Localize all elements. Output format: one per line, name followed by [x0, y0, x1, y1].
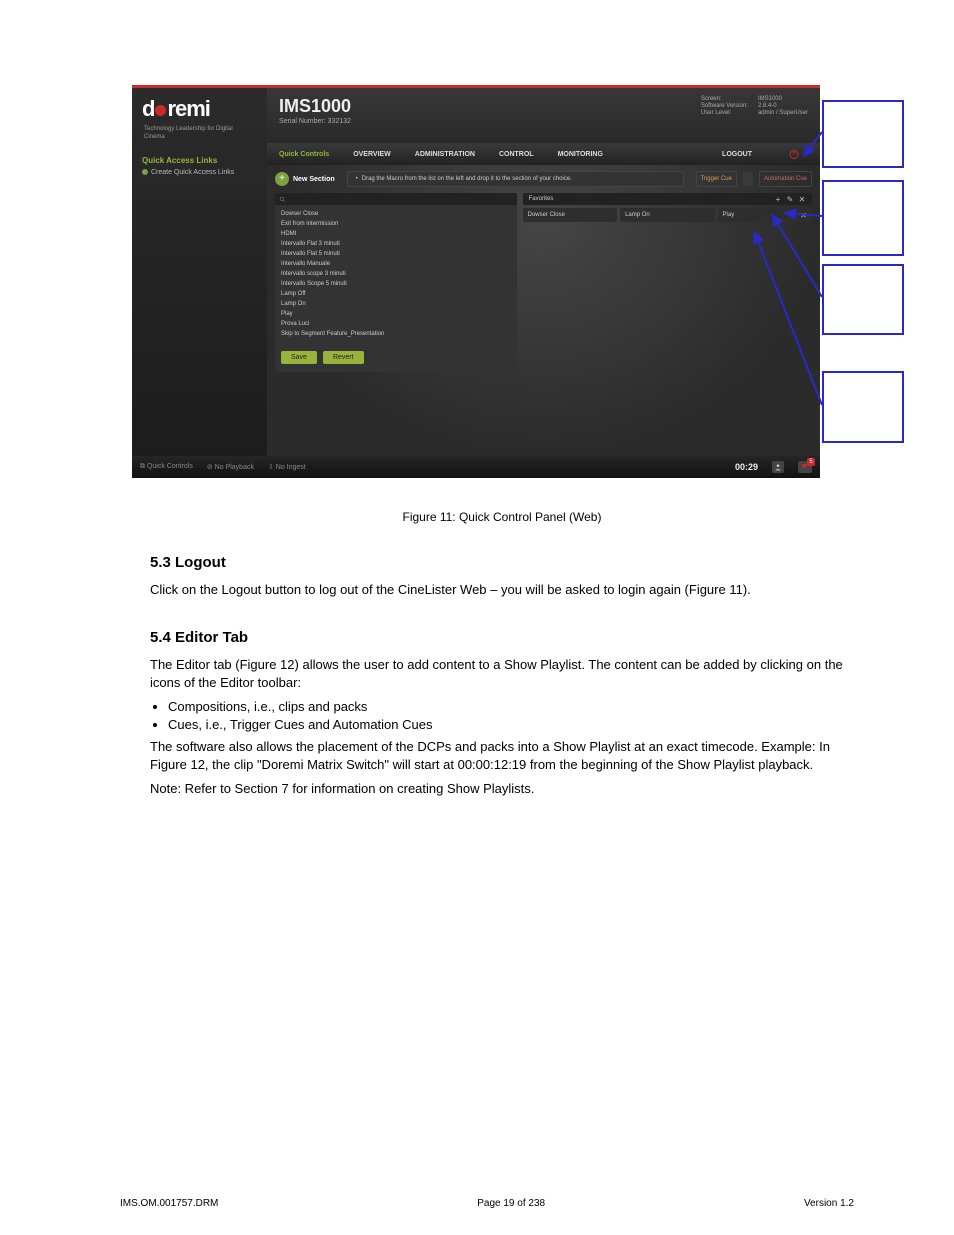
macro-item[interactable]: Play: [281, 309, 511, 319]
favorite-item[interactable]: Lamp On: [620, 208, 714, 222]
footer-noplay: ⊘ No Playback: [207, 463, 254, 471]
footer-quick[interactable]: ⧉ Quick Controls: [140, 463, 193, 471]
document-body: Figure 11: Quick Control Panel (Web) 5.3…: [150, 510, 854, 804]
header-meta: Screen:IMS1000 Software Version:2.8.4-0 …: [701, 96, 808, 116]
save-button[interactable]: Save: [281, 351, 317, 364]
macro-item[interactable]: HDMI: [281, 229, 511, 239]
macro-item[interactable]: Intervallo Manuale: [281, 259, 511, 269]
macro-list-panel: Dowser Close Exit from intermission HDMI…: [275, 193, 517, 372]
list-item: Cues, i.e., Trigger Cues and Automation …: [168, 717, 854, 732]
footer-time: 00:29: [735, 462, 758, 472]
delete-macro-icon[interactable]: ✕: [800, 211, 807, 220]
new-section-button[interactable]: + New Section: [275, 172, 335, 186]
notification-icon[interactable]: 5: [798, 461, 812, 473]
macro-item[interactable]: Intervallo Flat 5 minuti: [281, 249, 511, 259]
footer-version: Version 1.2: [804, 1198, 854, 1209]
header: IMS1000 Serial Number: 332132 Screen:IMS…: [267, 88, 820, 143]
sidebar: dremi Technology Leadership for Digital …: [132, 88, 267, 478]
nav-quick-controls[interactable]: Quick Controls: [267, 151, 341, 158]
panel-body: + New Section •Drag the Macro from the l…: [267, 165, 820, 456]
brand-tagline: Technology Leadership for Digital Cinema: [144, 126, 255, 142]
section-add-icon[interactable]: +: [774, 195, 782, 203]
macro-search[interactable]: [275, 193, 517, 205]
brand-logo: dremi: [142, 96, 257, 122]
app-screenshot: dremi Technology Leadership for Digital …: [132, 85, 820, 478]
macro-list: Dowser Close Exit from intermission HDMI…: [275, 205, 517, 343]
favorite-item[interactable]: Dowser Close: [523, 208, 617, 222]
list-item: Compositions, i.e., clips and packs: [168, 699, 854, 714]
plus-icon: +: [275, 172, 289, 186]
para-timecode: The software also allows the placement o…: [150, 738, 854, 774]
nav-logout[interactable]: LOGOUT: [710, 151, 764, 158]
page-footer: IMS.OM.001757.DRM Page 19 of 238 Version…: [120, 1198, 854, 1209]
para-logout: Click on the Logout button to log out of…: [150, 581, 854, 599]
notification-badge: 5: [807, 458, 815, 466]
nav-monitoring[interactable]: MONITORING: [546, 151, 615, 158]
link-icon: [142, 169, 148, 175]
footer-noingest: ⇩ No Ingest: [268, 463, 306, 471]
favorites-row: Dowser Close Lamp On Play ✕: [523, 208, 812, 222]
quick-access-title: Quick Access Links: [142, 156, 257, 165]
user-icon[interactable]: [772, 461, 784, 473]
automation-cue-button[interactable]: Automation Cue: [759, 171, 812, 187]
para-note: Note: Refer to Section 7 for information…: [150, 780, 854, 798]
para-editor-intro: The Editor tab (Figure 12) allows the us…: [150, 656, 854, 692]
heading-editor: 5.4 Editor Tab: [150, 629, 854, 646]
callout-delete-macro: [822, 371, 904, 443]
editor-list: Compositions, i.e., clips and packs Cues…: [150, 699, 854, 732]
macro-item[interactable]: Dowser Close: [281, 209, 511, 219]
favorites-panel: Favorites + ✎ ✕ Dowser Close Lamp On Pla…: [523, 193, 812, 372]
favorite-item[interactable]: Play ✕: [718, 208, 812, 222]
macro-item[interactable]: Intervallo Scope 5 minuti: [281, 279, 511, 289]
cue-separator: [743, 172, 753, 186]
create-quick-access-link[interactable]: Create Quick Access Links: [142, 169, 257, 176]
revert-button[interactable]: Revert: [323, 351, 364, 364]
serial-number: Serial Number: 332132: [279, 118, 820, 125]
section-rename-icon[interactable]: ✎: [786, 195, 794, 203]
macro-item[interactable]: Prova Luci: [281, 319, 511, 329]
nav-overview[interactable]: OVERVIEW: [341, 151, 403, 158]
hint-text: •Drag the Macro from the list on the lef…: [347, 171, 684, 187]
status-bar: ⧉ Quick Controls ⊘ No Playback ⇩ No Inge…: [132, 456, 820, 478]
section-delete-icon[interactable]: ✕: [798, 195, 806, 203]
nav-control[interactable]: CONTROL: [487, 151, 546, 158]
callout-rename-section: [822, 264, 904, 335]
macro-item[interactable]: Intervallo scope 3 minuti: [281, 269, 511, 279]
nav-administration[interactable]: ADMINISTRATION: [403, 151, 487, 158]
main-nav: Quick Controls OVERVIEW ADMINISTRATION C…: [267, 143, 820, 165]
macro-item[interactable]: Intervallo Flat 3 minuti: [281, 239, 511, 249]
callout-delete-section: [822, 180, 904, 256]
power-icon[interactable]: [772, 144, 816, 164]
trigger-cue-button[interactable]: Trigger Cue: [696, 171, 737, 187]
macro-item[interactable]: Exit from intermission: [281, 219, 511, 229]
macro-item[interactable]: Lamp On: [281, 299, 511, 309]
macro-item[interactable]: Lamp Off: [281, 289, 511, 299]
favorites-header: Favorites + ✎ ✕: [523, 193, 812, 205]
callout-logout: [822, 100, 904, 168]
footer-doc-id: IMS.OM.001757.DRM: [120, 1198, 218, 1209]
footer-page-num: Page 19 of 238: [477, 1198, 545, 1209]
favorites-title: Favorites: [529, 196, 554, 202]
search-icon: [279, 196, 286, 203]
figure-caption: Figure 11: Quick Control Panel (Web): [150, 510, 854, 524]
toolbar: + New Section •Drag the Macro from the l…: [267, 165, 820, 193]
macro-item[interactable]: Skip to Segment Feature_Presentation: [281, 329, 511, 339]
heading-logout: 5.3 Logout: [150, 554, 854, 571]
